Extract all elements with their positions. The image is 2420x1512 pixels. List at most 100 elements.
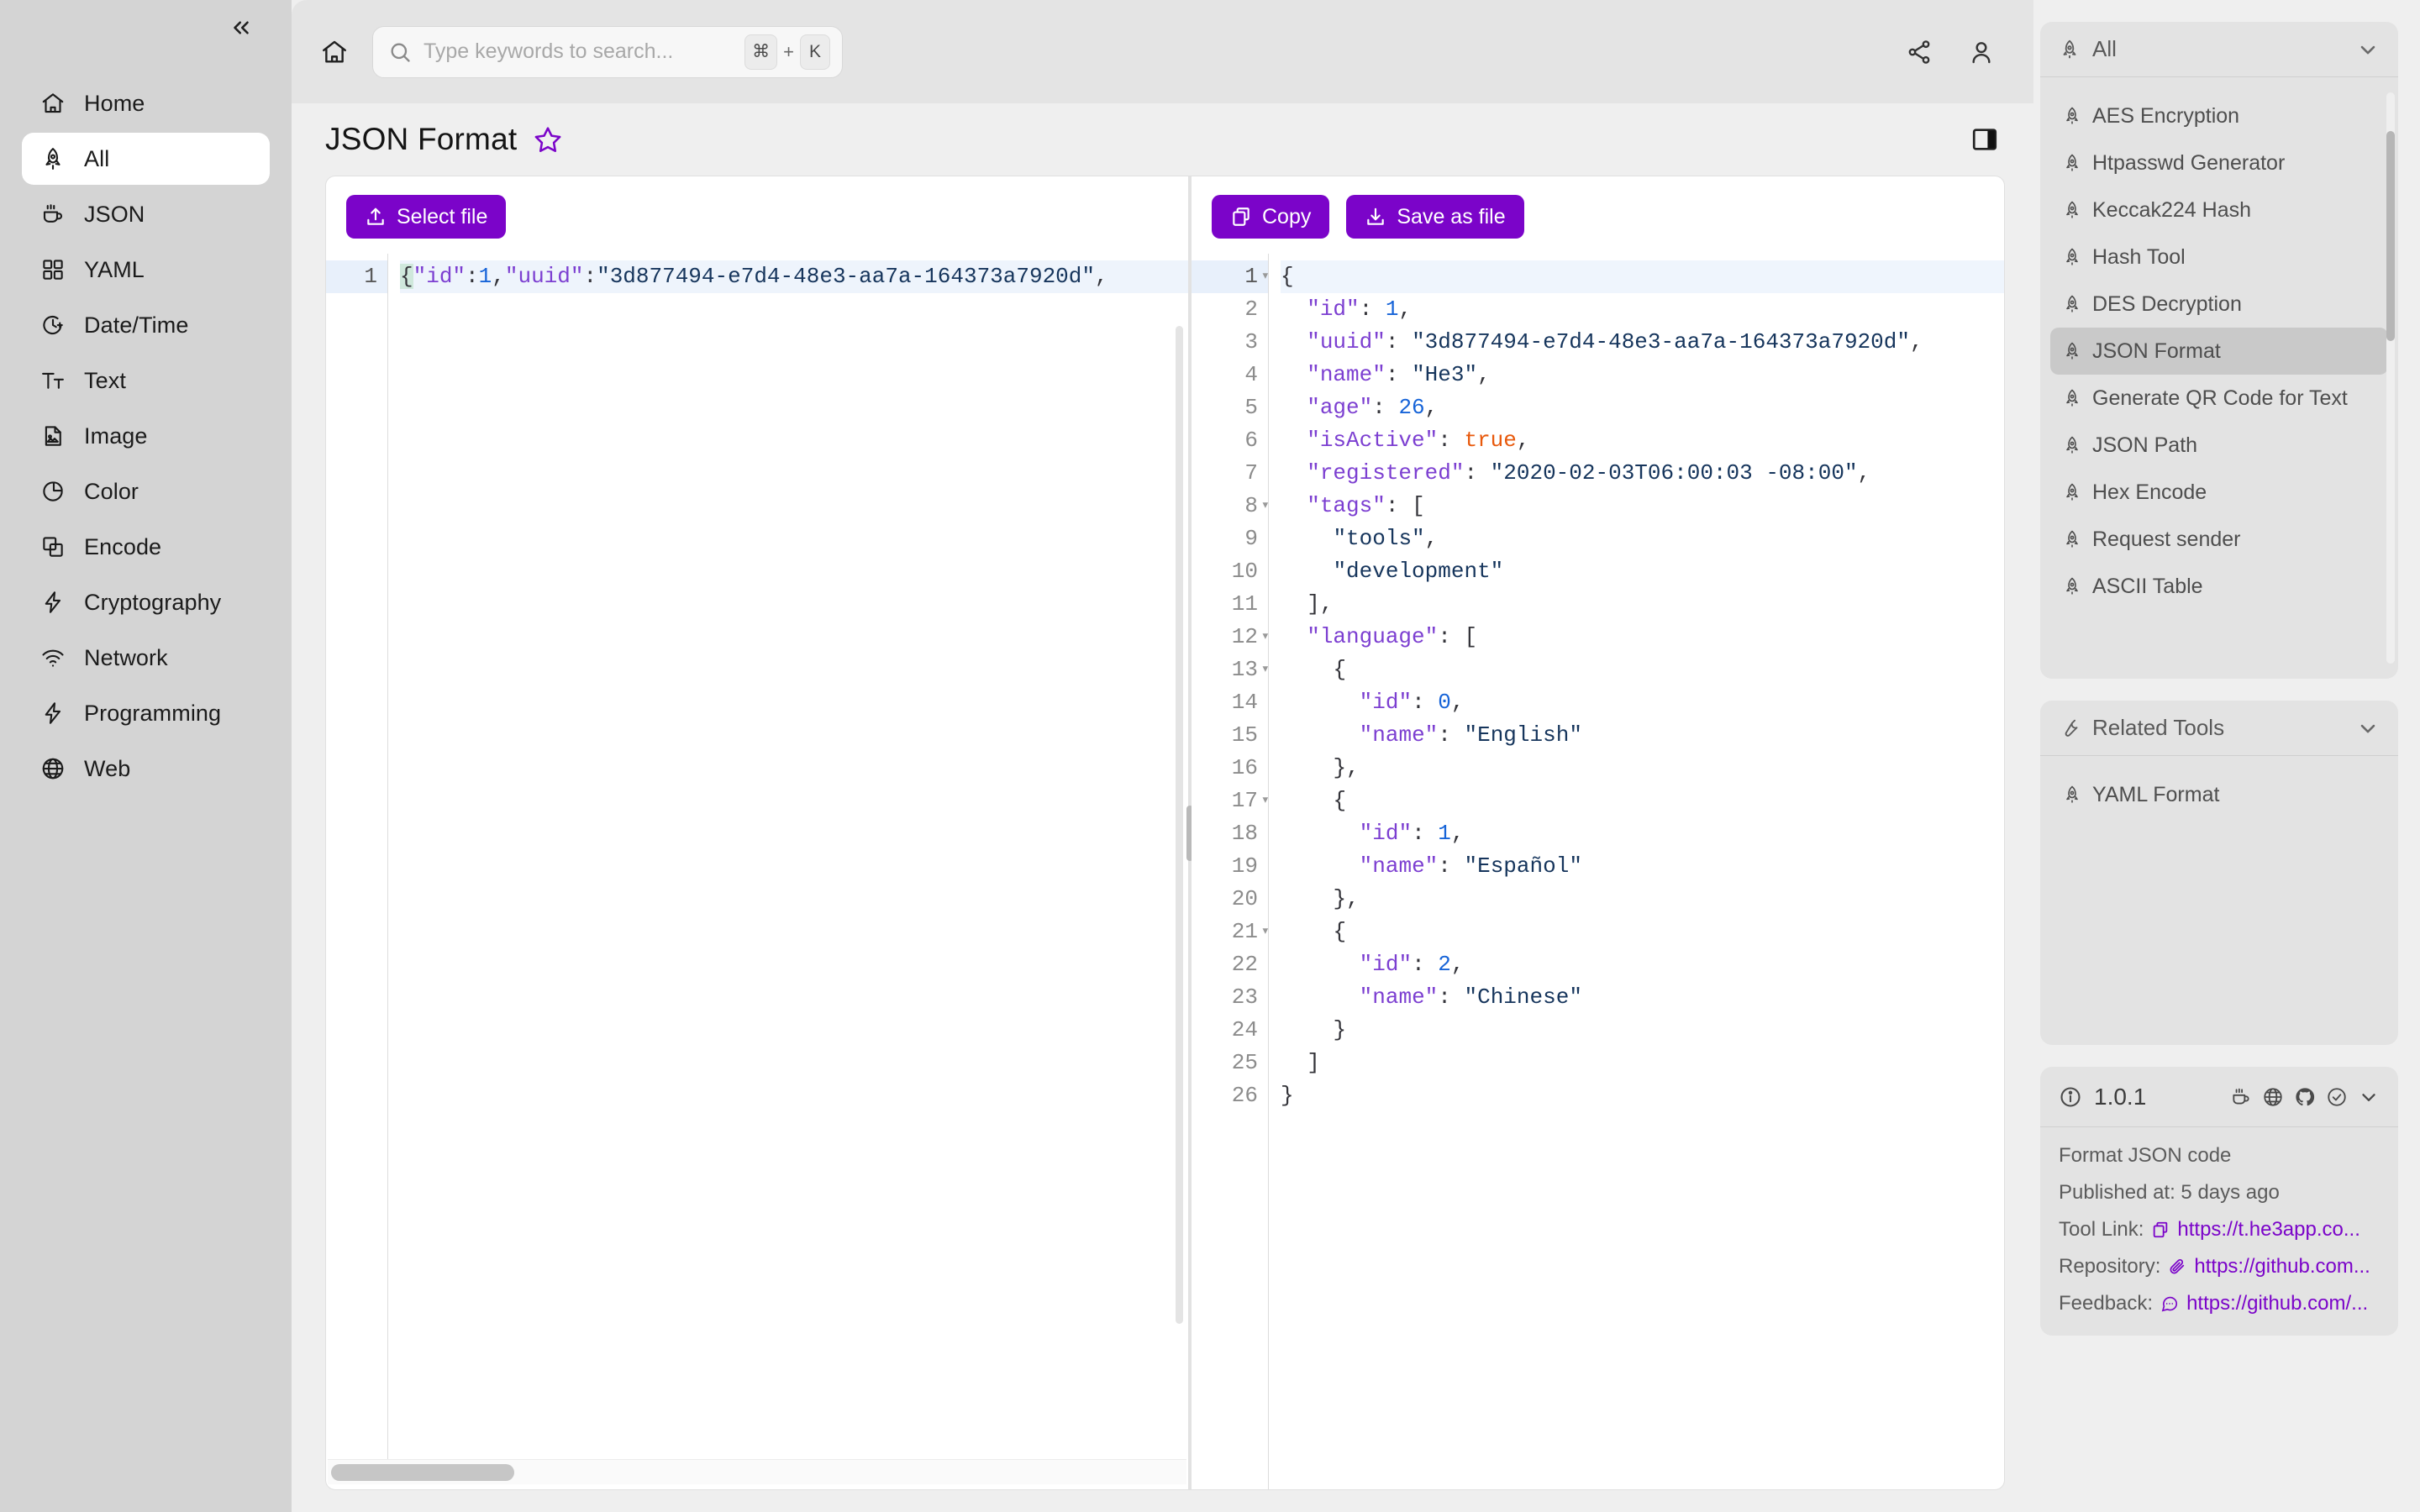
save-as-file-button[interactable]: Save as file	[1346, 195, 1524, 239]
message-circle-icon[interactable]	[2160, 1294, 2179, 1313]
sidebar-item-date-time[interactable]: Date/Time	[22, 299, 270, 351]
tool-link-value[interactable]: https://t.he3app.co...	[2177, 1218, 2360, 1242]
tool-list-item[interactable]: ASCII Table	[2050, 563, 2388, 610]
output-code-line[interactable]: "id": 0,	[1281, 686, 2004, 719]
output-code-line[interactable]: "name": "Chinese"	[1281, 981, 2004, 1014]
input-vertical-scrollbar[interactable]	[1176, 326, 1183, 1410]
fold-chevron-icon[interactable]: ▾	[1261, 785, 1270, 817]
sidebar-item-color[interactable]: Color	[22, 465, 270, 517]
input-horizontal-scrollbar[interactable]	[328, 1459, 1186, 1484]
coffee-cup-icon[interactable]	[2230, 1086, 2252, 1108]
output-code-line[interactable]: "id": 1,	[1281, 817, 2004, 850]
output-line-number[interactable]: 17 ▾	[1192, 785, 1270, 817]
fold-chevron-icon[interactable]: ▾	[1261, 621, 1270, 654]
sidebar-item-programming[interactable]: Programming	[22, 687, 270, 739]
sidebar-item-cryptography[interactable]: Cryptography	[22, 576, 270, 628]
sidebar-item-network[interactable]: Network	[22, 632, 270, 684]
related-tools-header[interactable]: Related Tools	[2040, 701, 2398, 756]
paperclip-icon[interactable]	[2168, 1257, 2186, 1276]
output-code-line[interactable]: "uuid": "3d877494-e7d4-48e3-aa7a-164373a…	[1281, 326, 2004, 359]
output-code-area[interactable]: 1 ▾ 2 3 4 5 6 7 8 ▾ 9 10 11 12 ▾ 13 ▾ 14 15 16 17 ▾ 18 19 20 21 ▾ 2…	[1192, 254, 2004, 1489]
sidebar-item-all[interactable]: All	[22, 133, 270, 185]
check-circle-icon[interactable]	[2326, 1086, 2348, 1108]
output-code-line[interactable]: "id": 1,	[1281, 293, 2004, 326]
search-input[interactable]	[412, 39, 745, 64]
output-line-number[interactable]: 12 ▾	[1192, 621, 1270, 654]
output-code-line[interactable]: }	[1281, 1079, 2004, 1112]
output-code-line[interactable]: {	[1281, 785, 2004, 817]
globe-icon[interactable]	[2262, 1086, 2284, 1108]
tool-list-item[interactable]: DES Decryption	[2050, 281, 2388, 328]
sidebar-item-image[interactable]: Image	[22, 410, 270, 462]
output-line-number[interactable]: 21 ▾	[1192, 916, 1270, 948]
output-code-line[interactable]: "registered": "2020-02-03T06:00:03 -08:0…	[1281, 457, 2004, 490]
sidebar-item-encode[interactable]: Encode	[22, 521, 270, 573]
tool-list-item[interactable]: JSON Format	[2050, 328, 2388, 375]
output-code-line[interactable]: {	[1281, 260, 2004, 293]
home-icon[interactable]	[310, 28, 359, 76]
output-code-line[interactable]: "isActive": true,	[1281, 424, 2004, 457]
output-code-line[interactable]: "name": "He3",	[1281, 359, 2004, 391]
output-code-line[interactable]: }	[1281, 1014, 2004, 1047]
input-code-area[interactable]: 1 {"id":1,"uuid":"3d877494-e7d4-48e3-aa7…	[326, 254, 1188, 1459]
share-icon[interactable]	[1896, 29, 1943, 76]
chevron-down-icon[interactable]	[2356, 717, 2380, 740]
info-circle-icon[interactable]	[2059, 1085, 2082, 1109]
star-outline-icon[interactable]	[534, 125, 562, 154]
output-code-line[interactable]: "name": "English"	[1281, 719, 2004, 752]
output-code-line[interactable]: "tags": [	[1281, 490, 2004, 522]
tool-list-item[interactable]: Generate QR Code for Text	[2050, 375, 2388, 422]
sidebar-item-json[interactable]: JSON	[22, 188, 270, 240]
output-code-line[interactable]: ]	[1281, 1047, 2004, 1079]
output-code-line[interactable]: "age": 26,	[1281, 391, 2004, 424]
chevron-down-icon[interactable]	[2356, 38, 2380, 61]
tools-scrollbar[interactable]	[2386, 92, 2395, 664]
feedback-value[interactable]: https://github.com/...	[2186, 1292, 2368, 1315]
output-code-line[interactable]: "language": [	[1281, 621, 2004, 654]
fold-chevron-icon[interactable]: ▾	[1261, 260, 1270, 293]
output-code[interactable]: { "id": 1, "uuid": "3d877494-e7d4-48e3-a…	[1269, 254, 2004, 1489]
right-panel-toggle-icon[interactable]	[1965, 119, 2005, 160]
fold-chevron-icon[interactable]: ▾	[1261, 916, 1270, 948]
fold-chevron-icon[interactable]: ▾	[1261, 654, 1270, 686]
sidebar-item-web[interactable]: Web	[22, 743, 270, 795]
sidebar-item-yaml[interactable]: YAML	[22, 244, 270, 296]
output-code-line[interactable]: "tools",	[1281, 522, 2004, 555]
input-code[interactable]: {"id":1,"uuid":"3d877494-e7d4-48e3-aa7a-…	[388, 254, 1188, 1459]
copy-button[interactable]: Copy	[1212, 195, 1330, 239]
github-icon[interactable]	[2294, 1086, 2316, 1108]
search-box[interactable]: ⌘ + K	[372, 25, 843, 78]
output-code-line[interactable]: {	[1281, 654, 2004, 686]
tool-list-item[interactable]: Hash Tool	[2050, 234, 2388, 281]
user-icon[interactable]	[1958, 29, 2005, 76]
output-code-line[interactable]: "name": "Español"	[1281, 850, 2004, 883]
output-line-number[interactable]: 1 ▾	[1192, 260, 1270, 293]
chevron-down-icon[interactable]	[2358, 1086, 2380, 1108]
sidebar-item-text[interactable]: Text	[22, 354, 270, 407]
output-code-line[interactable]: },	[1281, 752, 2004, 785]
tools-card-header[interactable]: All	[2040, 22, 2398, 77]
sidebar-item-home[interactable]: Home	[22, 77, 270, 129]
tool-list-item[interactable]: Htpasswd Generator	[2050, 139, 2388, 186]
select-file-button[interactable]: Select file	[346, 195, 507, 239]
output-line-number[interactable]: 8 ▾	[1192, 490, 1270, 522]
tool-list-item[interactable]: Hex Encode	[2050, 469, 2388, 516]
tool-list-item[interactable]: Request sender	[2050, 516, 2388, 563]
tool-list-item[interactable]: Keccak224 Hash	[2050, 186, 2388, 234]
tool-list-item[interactable]: JSON Path	[2050, 422, 2388, 469]
collapse-sidebar-button[interactable]	[223, 9, 260, 46]
output-line-number[interactable]: 13 ▾	[1192, 654, 1270, 686]
output-code-line[interactable]: ],	[1281, 588, 2004, 621]
output-code-line[interactable]: {	[1281, 916, 2004, 948]
input-hscroll-thumb[interactable]	[331, 1463, 514, 1481]
tool-list-item[interactable]: AES Encryption	[2050, 92, 2388, 139]
input-vscroll-thumb[interactable]	[1176, 326, 1183, 1324]
tool-list-item[interactable]: YAML Format	[2050, 771, 2388, 818]
output-code-line[interactable]: },	[1281, 883, 2004, 916]
copy-icon[interactable]	[2151, 1221, 2170, 1239]
tools-scroll-thumb[interactable]	[2386, 131, 2395, 341]
fold-chevron-icon[interactable]: ▾	[1261, 490, 1270, 522]
output-code-line[interactable]: "development"	[1281, 555, 2004, 588]
input-code-line[interactable]: {"id":1,"uuid":"3d877494-e7d4-48e3-aa7a-…	[400, 260, 1188, 293]
output-code-line[interactable]: "id": 2,	[1281, 948, 2004, 981]
